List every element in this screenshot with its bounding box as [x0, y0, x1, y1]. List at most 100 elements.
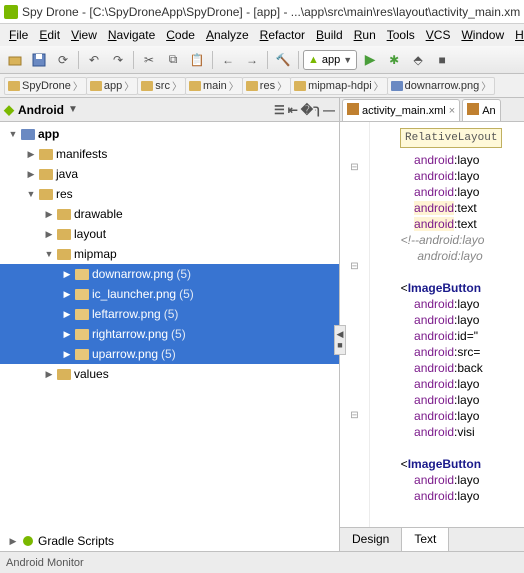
expand-arrow-icon[interactable]: ▶ [62, 329, 72, 340]
node-label: res [56, 187, 73, 201]
save-icon[interactable] [28, 49, 50, 71]
tree-node-values[interactable]: ▶values [0, 364, 339, 384]
menu-bar: FileEditViewNavigateCodeAnalyzeRefactorB… [0, 24, 524, 46]
expand-arrow-icon[interactable]: ▶ [62, 349, 72, 360]
crumb-res[interactable]: res〉 [242, 77, 291, 95]
menu-analyze[interactable]: Analyze [201, 26, 254, 44]
expand-arrow-icon[interactable]: ▼ [26, 189, 36, 199]
copy-icon[interactable]: ⧉ [162, 49, 184, 71]
expand-arrow-icon[interactable]: ▼ [44, 249, 54, 259]
status-bar: Android Monitor [0, 551, 524, 573]
expand-arrow-icon[interactable]: ▶ [8, 536, 18, 547]
fold-icon[interactable]: ⊟ [350, 410, 358, 421]
node-label: app [38, 127, 59, 141]
tree-node-mipmap[interactable]: ▼mipmap [0, 244, 339, 264]
tree-node-app[interactable]: ▼ app [0, 124, 339, 144]
tree-node-leftarrow-png[interactable]: ▶leftarrow.png (5) [0, 304, 339, 324]
make-icon[interactable]: 🔨 [272, 49, 294, 71]
folder-icon [57, 369, 71, 380]
menu-code[interactable]: Code [161, 26, 200, 44]
layout-hint[interactable]: RelativeLayout [400, 128, 502, 148]
chevron-right-icon: 〉 [277, 78, 287, 93]
menu-navigate[interactable]: Navigate [103, 26, 160, 44]
menu-run[interactable]: Run [349, 26, 381, 44]
expand-arrow-icon[interactable]: ▼ [8, 129, 18, 139]
menu-edit[interactable]: Edit [34, 26, 65, 44]
android-icon: ▲ [308, 54, 319, 66]
node-count: (5) [161, 347, 176, 361]
stop-icon[interactable]: ■ [431, 49, 453, 71]
code-editor[interactable]: RelativeLayout android:layo android:layo… [370, 122, 524, 527]
fold-icon[interactable]: ⊟ [350, 162, 358, 173]
hide-icon[interactable]: — [323, 103, 335, 117]
fold-icon[interactable]: ⊟ [350, 261, 358, 272]
tree-node-ic_launcher-png[interactable]: ▶ic_launcher.png (5) [0, 284, 339, 304]
scroll-icon[interactable]: ☰ [274, 103, 285, 117]
tab-design[interactable]: Design [340, 528, 402, 551]
menu-tools[interactable]: Tools [382, 26, 420, 44]
undo-icon[interactable]: ↶ [83, 49, 105, 71]
tree-node-res[interactable]: ▼ res [0, 184, 339, 204]
node-label: uparrow.png [92, 347, 158, 361]
node-label: drawable [74, 207, 123, 221]
android-icon: ◆ [4, 102, 14, 118]
close-icon[interactable]: × [449, 105, 455, 117]
cut-icon[interactable]: ✂ [138, 49, 160, 71]
back-icon[interactable]: ← [217, 49, 239, 71]
tree-node-rightarrow-png[interactable]: ▶rightarrow.png (5) [0, 324, 339, 344]
crumb-src[interactable]: src〉 [137, 77, 186, 95]
menu-h[interactable]: H [510, 26, 524, 44]
tab-label: activity_main.xml [362, 105, 446, 117]
crumb-spydrone[interactable]: SpyDrone〉 [4, 77, 87, 95]
gradle-scripts-node[interactable]: ▶ Gradle Scripts [0, 531, 339, 551]
tree-node-java[interactable]: ▶java [0, 164, 339, 184]
crumb-mipmap-hdpi[interactable]: mipmap-hdpi〉 [290, 77, 388, 95]
tree-node-downarrow-png[interactable]: ▶downarrow.png (5) [0, 264, 339, 284]
expand-arrow-icon[interactable]: ▶ [26, 169, 36, 180]
crumb-downarrow.png[interactable]: downarrow.png〉 [387, 77, 496, 95]
expand-arrow-icon[interactable]: ▶ [62, 269, 72, 280]
redo-icon[interactable]: ↷ [107, 49, 129, 71]
tree-node-manifests[interactable]: ▶manifests [0, 144, 339, 164]
forward-icon[interactable]: → [241, 49, 263, 71]
run-button[interactable]: ▶ [359, 49, 381, 71]
attach-icon[interactable]: ⬘ [407, 49, 429, 71]
project-tree[interactable]: ▼app▶manifests▶java▼res▶drawable▶layout▼… [0, 122, 339, 531]
menu-refactor[interactable]: Refactor [255, 26, 310, 44]
sync-icon[interactable]: ⟳ [52, 49, 74, 71]
expand-arrow-icon[interactable]: ▶ [44, 369, 54, 380]
menu-vcs[interactable]: VCS [421, 26, 456, 44]
expand-arrow-icon[interactable]: ▶ [62, 309, 72, 320]
tab-text[interactable]: Text [402, 528, 449, 551]
tree-node-drawable[interactable]: ▶ drawable [0, 204, 339, 224]
menu-file[interactable]: File [4, 26, 33, 44]
project-pane-header[interactable]: ◆ Android ▼ ☰ ⇤ �ךּ — [0, 98, 339, 122]
menu-build[interactable]: Build [311, 26, 348, 44]
expand-arrow-icon[interactable]: ▶ [44, 229, 54, 240]
menu-window[interactable]: Window [456, 26, 509, 44]
tree-node-uparrow-png[interactable]: ▶ uparrow.png (5) [0, 344, 339, 364]
bug-icon: ✱ [389, 53, 399, 67]
editor-area: ◀■ activity_main.xml×An ⊟ ⊟ ⊟ RelativeLa… [340, 98, 524, 551]
collapse-icon[interactable]: ⇤ [288, 103, 298, 117]
expand-arrow-icon[interactable]: ▶ [44, 209, 54, 220]
editor-tab-activity_main-xml[interactable]: activity_main.xml× [342, 99, 460, 121]
crumb-app[interactable]: app〉 [86, 77, 138, 95]
folder-icon [294, 81, 306, 91]
crumb-label: res [260, 80, 275, 92]
expand-arrow-icon[interactable]: ▶ [26, 149, 36, 160]
tree-node-layout[interactable]: ▶layout [0, 224, 339, 244]
paste-icon[interactable]: 📋 [186, 49, 208, 71]
menu-view[interactable]: View [66, 26, 102, 44]
expand-arrow-icon[interactable]: ▶ [62, 289, 72, 300]
crumb-main[interactable]: main〉 [185, 77, 243, 95]
gear-icon[interactable]: �ךּ [301, 103, 320, 117]
open-icon[interactable] [4, 49, 26, 71]
run-config-selector[interactable]: ▲ app ▼ [303, 50, 357, 70]
debug-button[interactable]: ✱ [383, 49, 405, 71]
project-view-label: Android [18, 103, 64, 117]
chevron-right-icon: 〉 [229, 78, 239, 93]
xml-file-icon [467, 103, 479, 118]
split-handle[interactable]: ◀■ [334, 325, 346, 355]
editor-tab-an[interactable]: An [462, 99, 500, 121]
